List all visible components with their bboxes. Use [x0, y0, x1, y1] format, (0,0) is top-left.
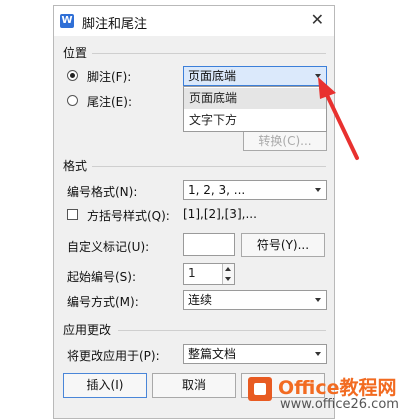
section-format-title: 格式	[63, 159, 88, 173]
start-number-label: 起始编号(S):	[67, 270, 137, 284]
bracket-style-checkbox[interactable]	[67, 209, 78, 220]
custom-mark-input[interactable]	[183, 233, 235, 256]
insert-button[interactable]: 插入(I)	[63, 373, 147, 398]
bracket-style-label: 方括号样式(Q):	[87, 209, 170, 223]
option-page-bottom[interactable]: 页面底端	[184, 88, 326, 109]
numbering-mode-dropdown[interactable]: 连续	[183, 290, 327, 310]
spin-down-icon[interactable]	[225, 277, 231, 281]
office-logo-icon	[248, 377, 272, 401]
chevron-down-icon	[315, 74, 321, 78]
convert-button[interactable]: 转换(C)...	[243, 129, 327, 151]
footnote-position-dropdown[interactable]: 页面底端	[183, 66, 327, 86]
chevron-down-icon	[315, 298, 321, 302]
start-number-stepper[interactable]	[222, 264, 234, 284]
dialog-title: 脚注和尾注	[82, 17, 148, 32]
symbol-button[interactable]: 符号(Y)...	[241, 233, 325, 257]
apply-to-dropdown[interactable]: 整篇文档	[183, 344, 327, 364]
cancel-button[interactable]: 取消	[152, 373, 236, 398]
wps-writer-icon: W	[60, 14, 74, 28]
divider	[92, 166, 326, 167]
numbering-mode-label: 编号方式(M):	[67, 295, 139, 309]
option-below-text[interactable]: 文字下方	[184, 110, 326, 131]
apply-to-value: 整篇文档	[188, 347, 237, 361]
start-number-input[interactable]: 1	[183, 263, 235, 285]
numbering-format-value: 1, 2, 3, ...	[188, 183, 246, 197]
numbering-mode-value: 连续	[188, 293, 213, 307]
spin-up-icon[interactable]	[225, 267, 231, 271]
position-dropdown-list: 页面底端 文字下方	[183, 86, 327, 132]
section-apply-title: 应用更改	[63, 323, 112, 337]
footnote-label: 脚注(F):	[87, 70, 132, 84]
footnote-radio[interactable]	[67, 70, 78, 81]
chevron-down-icon	[315, 352, 321, 356]
divider	[92, 53, 326, 54]
chevron-down-icon	[315, 188, 321, 192]
start-number-value: 1	[188, 266, 196, 280]
watermark-title: Office教程网	[278, 377, 397, 399]
footnote-position-value: 页面底端	[188, 69, 237, 83]
bracket-style-sample: [1],[2],[3],...	[183, 207, 257, 221]
numbering-format-dropdown[interactable]: 1, 2, 3, ...	[183, 180, 327, 200]
apply-to-label: 将更改应用于(P):	[67, 349, 160, 363]
custom-mark-label: 自定义标记(U):	[67, 240, 150, 254]
divider	[118, 330, 326, 331]
footnote-endnote-dialog: W 脚注和尾注 ✕ 位置 脚注(F): 页面底端 尾注(E): 转换(C)...…	[53, 5, 335, 419]
section-position-title: 位置	[63, 46, 88, 60]
numbering-format-label: 编号格式(N):	[67, 185, 138, 199]
watermark: Office教程网 www.office26.com	[242, 369, 403, 419]
watermark-url: www.office26.com	[280, 397, 399, 412]
close-icon[interactable]: ✕	[311, 10, 324, 29]
endnote-radio[interactable]	[67, 95, 78, 106]
endnote-label: 尾注(E):	[87, 95, 132, 109]
title-bar: W 脚注和尾注 ✕	[54, 6, 334, 36]
